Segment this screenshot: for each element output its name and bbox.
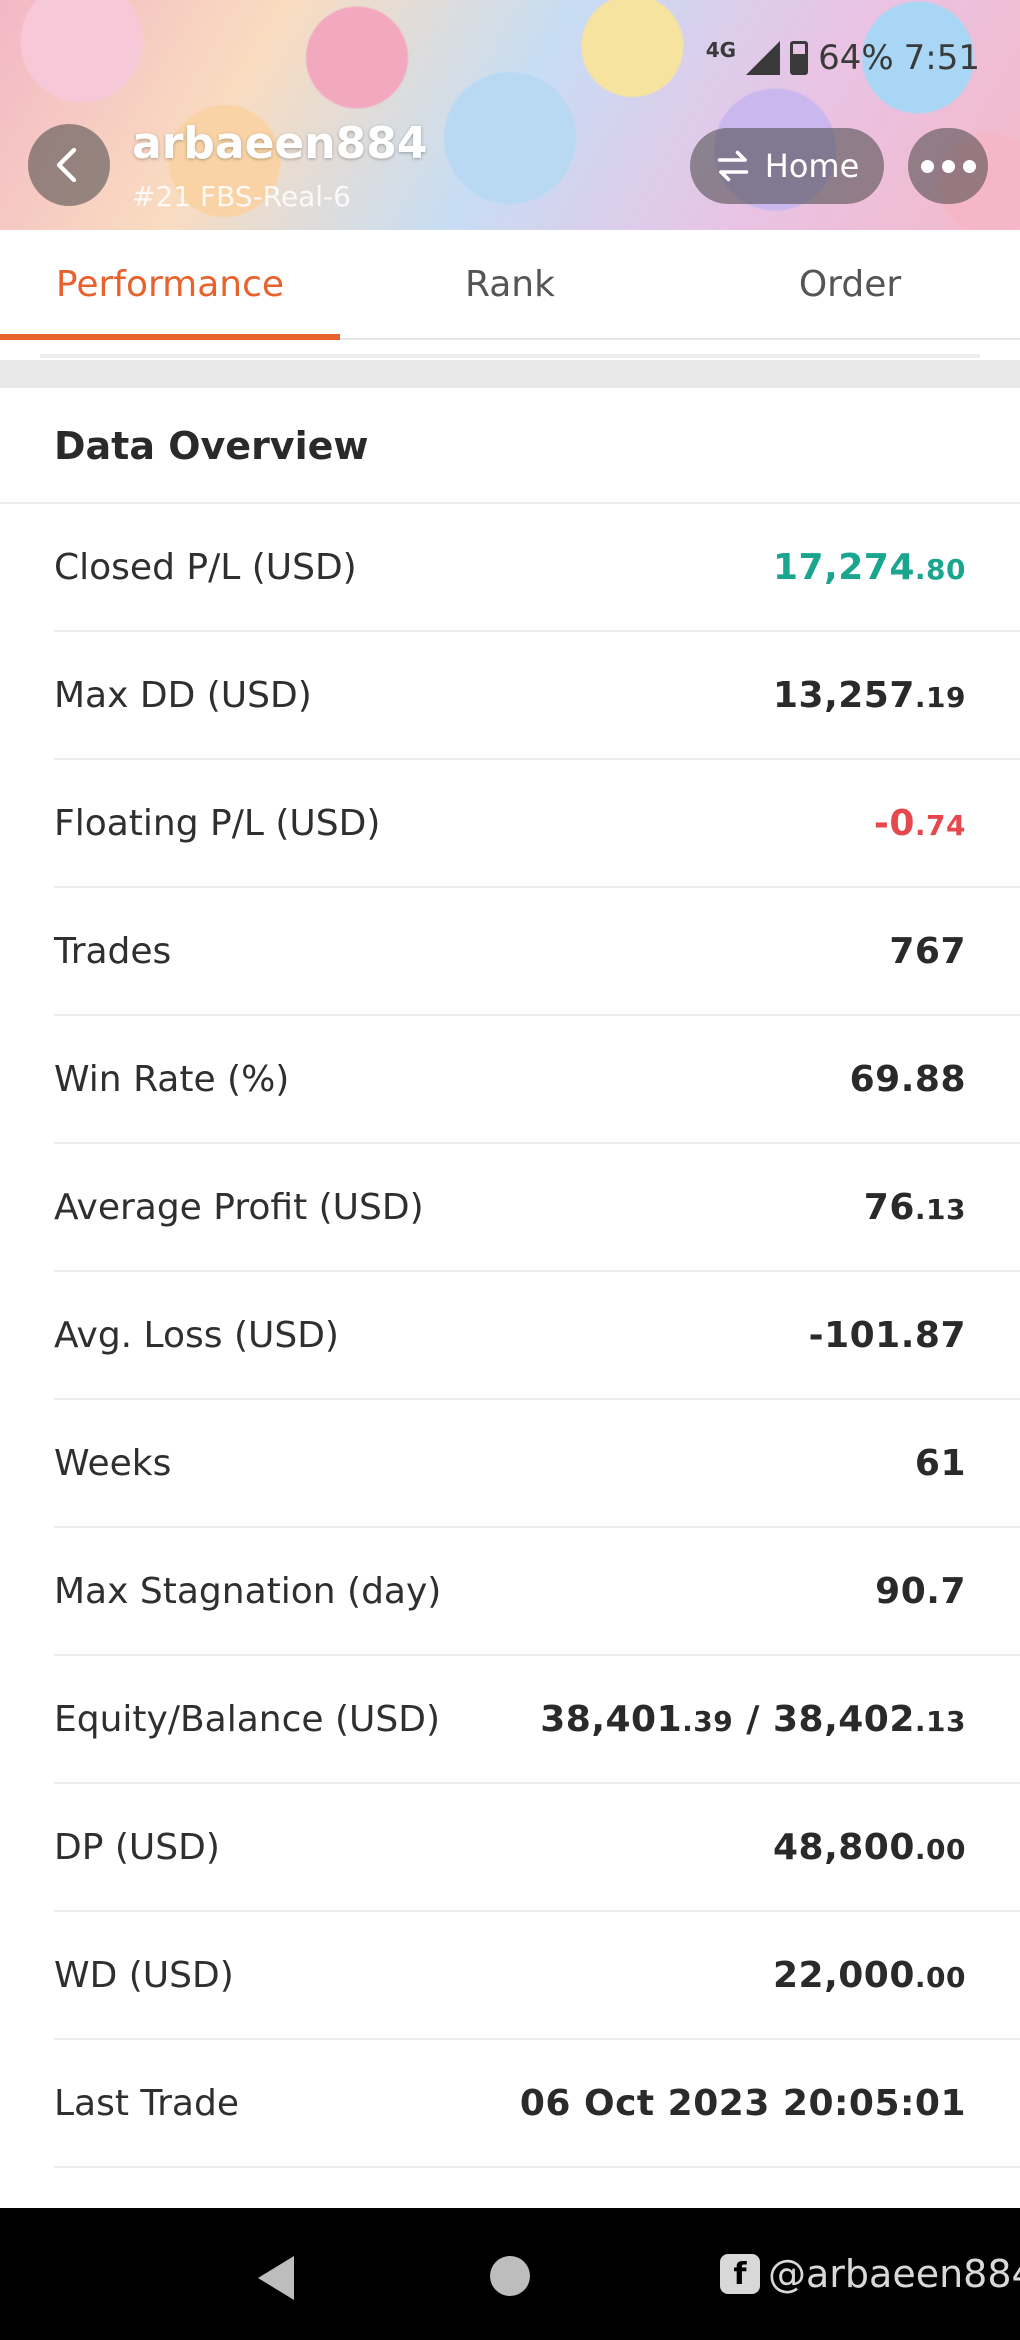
stat-value: 767 bbox=[889, 930, 966, 972]
stat-row-equity-balance: Equity/Balance (USD) 38,401.39 / 38,402.… bbox=[54, 1656, 1020, 1784]
nav-home-icon[interactable] bbox=[490, 2256, 530, 2296]
signal-icon bbox=[746, 41, 781, 75]
section-separator bbox=[0, 360, 1020, 388]
system-nav-bar: f @arbaeen884 bbox=[0, 2208, 1020, 2340]
data-overview-list: Closed P/L (USD) 17,274.80 Max DD (USD) … bbox=[0, 504, 1020, 2168]
stat-row-trades: Trades 767 bbox=[54, 888, 1020, 1016]
account-name: arbaeen884 bbox=[132, 118, 428, 169]
section-title: Data Overview bbox=[54, 424, 369, 468]
stat-row-max-dd: Max DD (USD) 13,257.19 bbox=[54, 632, 1020, 760]
stat-label: Max Stagnation (day) bbox=[54, 1570, 442, 1612]
stat-label: Avg. Loss (USD) bbox=[54, 1314, 339, 1356]
stat-row-weeks: Weeks 61 bbox=[54, 1400, 1020, 1528]
stat-row-closed-pl: Closed P/L (USD) 17,274.80 bbox=[54, 504, 1020, 632]
stat-value: 17,274.80 bbox=[772, 546, 966, 588]
stat-row-last-trade: Last Trade 06 Oct 2023 20:05:01 bbox=[54, 2040, 1020, 2168]
stat-label: Average Profit (USD) bbox=[54, 1186, 424, 1228]
stat-label: Win Rate (%) bbox=[54, 1058, 290, 1100]
more-dot-icon bbox=[920, 159, 934, 173]
stat-label: Equity/Balance (USD) bbox=[54, 1698, 440, 1740]
tab-performance[interactable]: Performance bbox=[0, 230, 340, 340]
swap-icon bbox=[717, 150, 749, 182]
stat-value: 90.7 bbox=[875, 1570, 966, 1612]
divider bbox=[40, 354, 980, 358]
stat-value: -0.74 bbox=[873, 802, 966, 844]
stat-value: 69.88 bbox=[849, 1058, 966, 1100]
more-options-button[interactable] bbox=[908, 128, 988, 204]
clock: 7:51 bbox=[903, 38, 980, 78]
stat-label: Trades bbox=[54, 930, 172, 972]
network-type: 4G bbox=[705, 38, 737, 62]
stat-label: Floating P/L (USD) bbox=[54, 802, 381, 844]
stat-value: 38,401.39 / 38,402.13 bbox=[540, 1698, 966, 1740]
battery-icon bbox=[790, 41, 809, 75]
home-label: Home bbox=[764, 147, 860, 185]
stat-value: 76.13 bbox=[863, 1186, 966, 1228]
back-button[interactable] bbox=[28, 124, 110, 206]
more-dot-icon bbox=[962, 159, 976, 173]
stat-value: 13,257.19 bbox=[772, 674, 966, 716]
stat-row-deposit: DP (USD) 48,800.00 bbox=[54, 1784, 1020, 1912]
stat-row-max-stagnation: Max Stagnation (day) 90.7 bbox=[54, 1528, 1020, 1656]
stat-value: 61 bbox=[914, 1442, 966, 1484]
stat-value: 48,800.00 bbox=[772, 1826, 966, 1868]
tab-order[interactable]: Order bbox=[680, 230, 1020, 338]
home-button[interactable]: Home bbox=[690, 128, 884, 204]
status-bar: 4G 64% 7:51 bbox=[706, 36, 980, 80]
watermark: f @arbaeen884 bbox=[720, 2244, 1020, 2304]
stat-label: Max DD (USD) bbox=[54, 674, 312, 716]
stat-row-win-rate: Win Rate (%) 69.88 bbox=[54, 1016, 1020, 1144]
stat-label: Weeks bbox=[54, 1442, 172, 1484]
stat-value: 22,000.00 bbox=[772, 1954, 966, 1996]
stat-row-floating-pl: Floating P/L (USD) -0.74 bbox=[54, 760, 1020, 888]
stat-value: -101.87 bbox=[808, 1314, 966, 1356]
tab-rank[interactable]: Rank bbox=[340, 230, 680, 338]
watermark-handle: @arbaeen884 bbox=[768, 2252, 1020, 2296]
stat-row-withdrawal: WD (USD) 22,000.00 bbox=[54, 1912, 1020, 2040]
more-dot-icon bbox=[941, 159, 955, 173]
facebook-icon: f bbox=[720, 2254, 760, 2294]
stat-value: 06 Oct 2023 20:05:01 bbox=[519, 2082, 966, 2124]
profile-header: 4G 64% 7:51 arbaeen884 #21 FBS-Real-6 Ho… bbox=[0, 0, 1020, 230]
stat-row-average-profit: Average Profit (USD) 76.13 bbox=[54, 1144, 1020, 1272]
tab-bar: Performance Rank Order bbox=[0, 230, 1020, 340]
stat-row-avg-loss: Avg. Loss (USD) -101.87 bbox=[54, 1272, 1020, 1400]
account-server: #21 FBS-Real-6 bbox=[132, 180, 351, 213]
stat-label: WD (USD) bbox=[54, 1954, 234, 1996]
stat-label: DP (USD) bbox=[54, 1826, 220, 1868]
stat-label: Last Trade bbox=[54, 2082, 239, 2124]
battery-percent: 64% bbox=[818, 38, 894, 78]
chevron-left-icon bbox=[56, 147, 77, 183]
nav-back-icon[interactable] bbox=[258, 2256, 294, 2300]
stat-label: Closed P/L (USD) bbox=[54, 546, 357, 588]
